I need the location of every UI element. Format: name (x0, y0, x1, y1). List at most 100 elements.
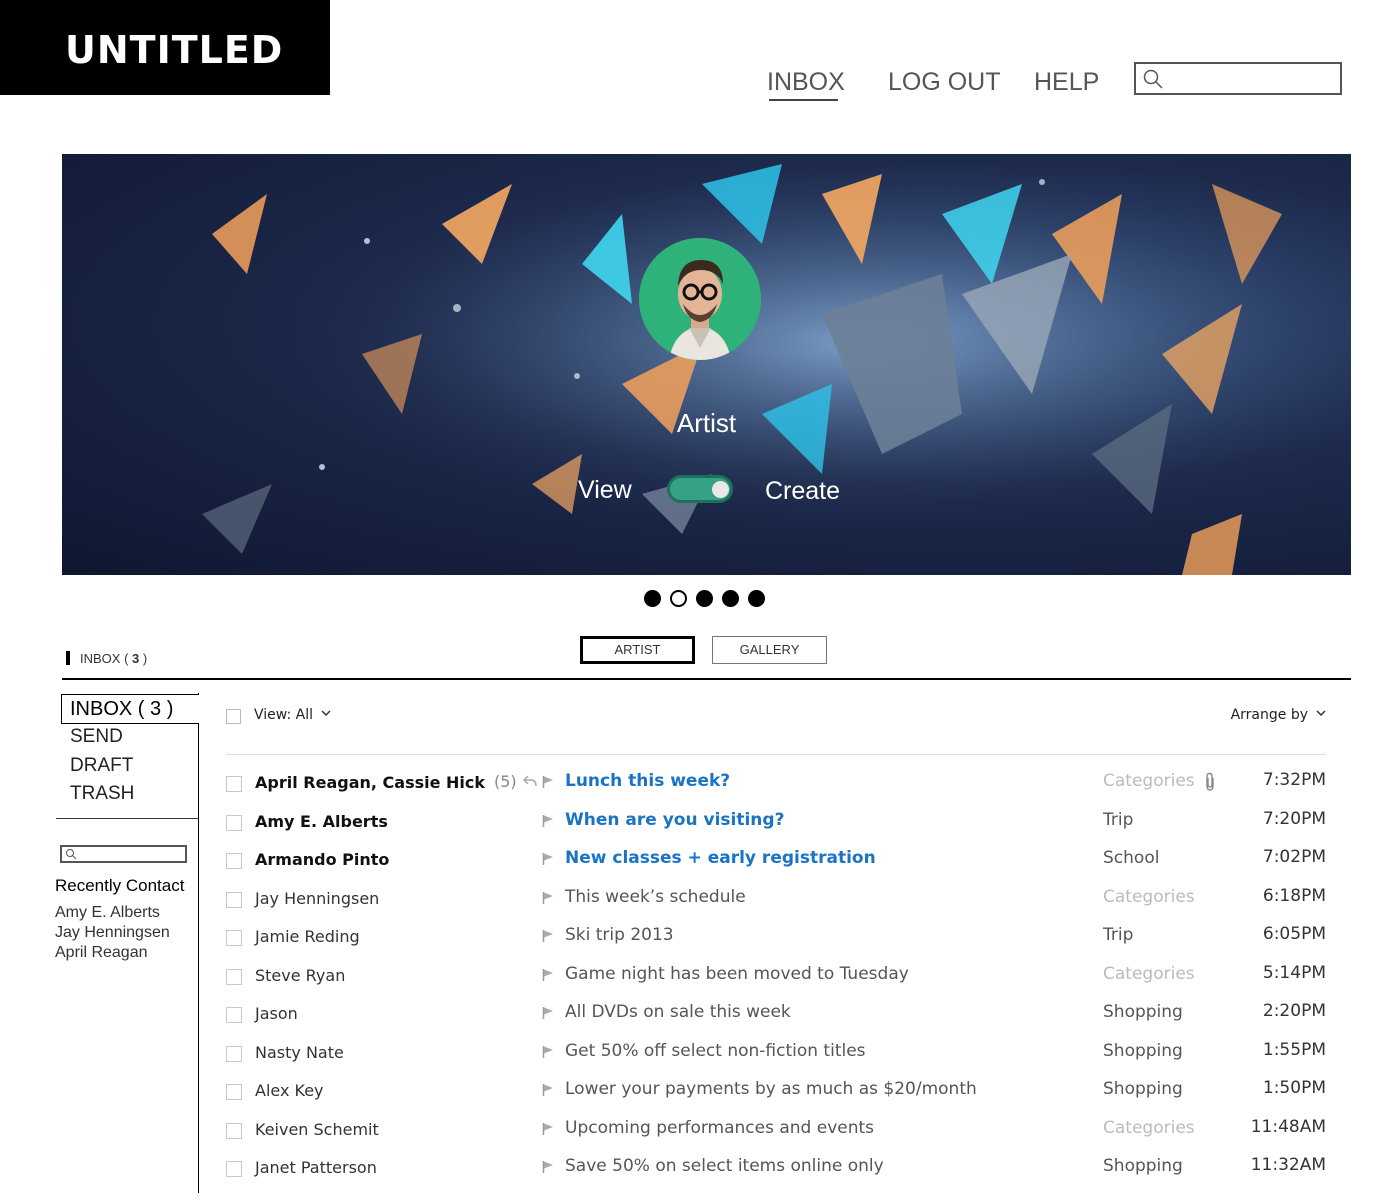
message-time: 7:20PM (1262, 808, 1326, 829)
message-category[interactable]: Shopping (1103, 1041, 1183, 1061)
flag-icon[interactable] (542, 775, 554, 794)
section-divider (62, 678, 1351, 680)
row-checkbox[interactable] (226, 891, 242, 908)
avatar-portrait (639, 238, 761, 360)
message-time: 11:32AM (1250, 1155, 1326, 1175)
message-time: 6:18PM (1262, 885, 1326, 906)
message-subject[interactable]: New classes + early registration (565, 848, 876, 868)
view-filter-dropdown[interactable]: View: All (254, 707, 331, 723)
thread-count: (5) (494, 772, 517, 791)
message-category[interactable]: Trip (1103, 810, 1133, 830)
recent-contact[interactable]: Amy E. Alberts (55, 904, 160, 922)
profile-name: Artist (676, 408, 737, 438)
row-checkbox[interactable] (226, 814, 242, 831)
row-checkbox[interactable] (226, 930, 242, 946)
recent-contact[interactable]: Jay Henningsen (55, 924, 170, 942)
contact-search-input[interactable] (60, 845, 187, 863)
select-all-checkbox[interactable] (226, 709, 241, 724)
message-category[interactable]: Categories (1103, 887, 1195, 907)
message-category[interactable]: Shopping (1103, 1156, 1183, 1176)
message-subject[interactable]: Get 50% off select non-fiction titles (565, 1041, 866, 1061)
message-subject[interactable]: Lunch this week? (565, 771, 730, 791)
row-checkbox[interactable] (226, 1045, 242, 1062)
flag-icon[interactable] (542, 1083, 554, 1102)
row-checkbox[interactable] (226, 1084, 242, 1100)
row-checkbox[interactable] (226, 1007, 242, 1023)
toggle-label-create: Create (765, 477, 841, 505)
message-subject[interactable]: When are you visiting? (565, 810, 784, 830)
message-category[interactable]: Categories (1103, 771, 1195, 791)
carousel-dot[interactable] (696, 590, 713, 607)
message-category[interactable]: Shopping (1103, 1002, 1183, 1022)
view-filter-label: View: All (254, 707, 313, 723)
flag-icon[interactable] (542, 1006, 554, 1025)
flag-icon[interactable] (542, 891, 554, 910)
table-row[interactable]: Jay Henningsen This week’s schedule Catego… (226, 884, 1326, 922)
sidebar-item-draft[interactable]: DRAFT (70, 755, 133, 777)
row-checkbox[interactable] (226, 1161, 242, 1177)
carousel-dot[interactable] (748, 590, 765, 607)
table-row[interactable]: Jamie Reding Ski trip 2013 Trip 6:05PM (226, 922, 1326, 960)
sidebar-item-inbox[interactable]: INBOX ( 3 ) (70, 698, 173, 721)
message-subject[interactable]: All DVDs on sale this week (565, 1002, 791, 1022)
message-sender: Nasty Nate (255, 1042, 344, 1062)
search-input[interactable] (1134, 62, 1342, 95)
table-row[interactable]: Janet Patterson Save 50% on select items … (226, 1153, 1326, 1191)
message-subject[interactable]: Ski trip 2013 (565, 925, 674, 945)
flag-icon[interactable] (542, 929, 554, 948)
carousel-dot-active[interactable] (670, 590, 687, 607)
nav-logout-link[interactable]: LOG OUT (888, 68, 1001, 97)
flag-icon[interactable] (542, 968, 554, 987)
view-create-toggle[interactable] (667, 475, 733, 503)
row-checkbox[interactable] (226, 1122, 242, 1139)
nav-help-link[interactable]: HELP (1034, 68, 1099, 97)
message-category[interactable]: Categories (1103, 964, 1195, 984)
message-time: 1:50PM (1262, 1078, 1326, 1098)
message-subject[interactable]: Lower your payments by as much as $20/mo… (565, 1079, 977, 1099)
message-subject[interactable]: Game night has been moved to Tuesday (565, 964, 909, 984)
message-sender: April Reagan, Cassie Hick (255, 773, 486, 792)
message-category[interactable]: Shopping (1103, 1079, 1183, 1099)
table-row[interactable]: April Reagan, Cassie Hick (5) Lunch this w… (226, 768, 1326, 806)
tab-gallery[interactable]: GALLERY (712, 636, 827, 664)
table-row[interactable]: Keiven Schemit Upcoming performances and … (226, 1115, 1326, 1153)
arrange-by-dropdown[interactable]: Arrange by (1231, 707, 1326, 723)
avatar[interactable] (639, 238, 761, 360)
sidebar-item-send[interactable]: SEND (70, 726, 123, 748)
carousel-dot[interactable] (722, 590, 739, 607)
arrange-by-label: Arrange by (1230, 707, 1308, 723)
inbox-label-close: ) (139, 651, 148, 666)
table-row[interactable]: Amy E. Alberts When are you visiting? Trip… (226, 807, 1326, 845)
tab-artist[interactable]: ARTIST (580, 636, 695, 664)
message-category[interactable]: School (1103, 848, 1159, 868)
message-category[interactable]: Trip (1103, 925, 1133, 945)
reply-icon[interactable] (522, 774, 538, 793)
flag-icon[interactable] (542, 814, 554, 833)
message-subject[interactable]: This week’s schedule (565, 887, 746, 907)
table-row[interactable]: Armando Pinto New classes + early registr… (226, 845, 1326, 883)
nav-inbox-link[interactable]: INBOX (767, 68, 845, 97)
sidebar-border (198, 693, 199, 1193)
toggle-label-view: View (578, 476, 632, 504)
message-sender: Alex Key (255, 1081, 324, 1100)
row-checkbox[interactable] (226, 968, 242, 985)
flag-icon[interactable] (542, 1045, 554, 1064)
message-sender: Jason (255, 1004, 298, 1023)
row-checkbox[interactable] (226, 776, 242, 792)
table-row[interactable]: Alex Key Lower your payments by as much a… (226, 1076, 1326, 1114)
table-row[interactable]: Jason All DVDs on sale this week Shopping 2… (226, 999, 1326, 1037)
flag-icon[interactable] (542, 1122, 554, 1141)
message-category[interactable]: Categories (1103, 1118, 1195, 1138)
flag-icon[interactable] (542, 1160, 554, 1179)
message-subject[interactable]: Save 50% on select items online only (565, 1156, 884, 1176)
message-subject[interactable]: Upcoming performances and events (565, 1118, 874, 1138)
table-row[interactable]: Nasty Nate Get 50% off select non-fiction… (226, 1038, 1326, 1076)
recent-contact[interactable]: April Reagan (55, 944, 148, 962)
message-time: 1:55PM (1262, 1039, 1326, 1060)
sidebar-item-trash[interactable]: TRASH (70, 783, 134, 805)
table-row[interactable]: Steve Ryan Game night has been moved to T… (226, 961, 1326, 999)
row-checkbox[interactable] (226, 853, 242, 869)
message-sender: Amy E. Alberts (255, 811, 388, 831)
flag-icon[interactable] (542, 852, 554, 871)
carousel-dot[interactable] (644, 590, 661, 607)
